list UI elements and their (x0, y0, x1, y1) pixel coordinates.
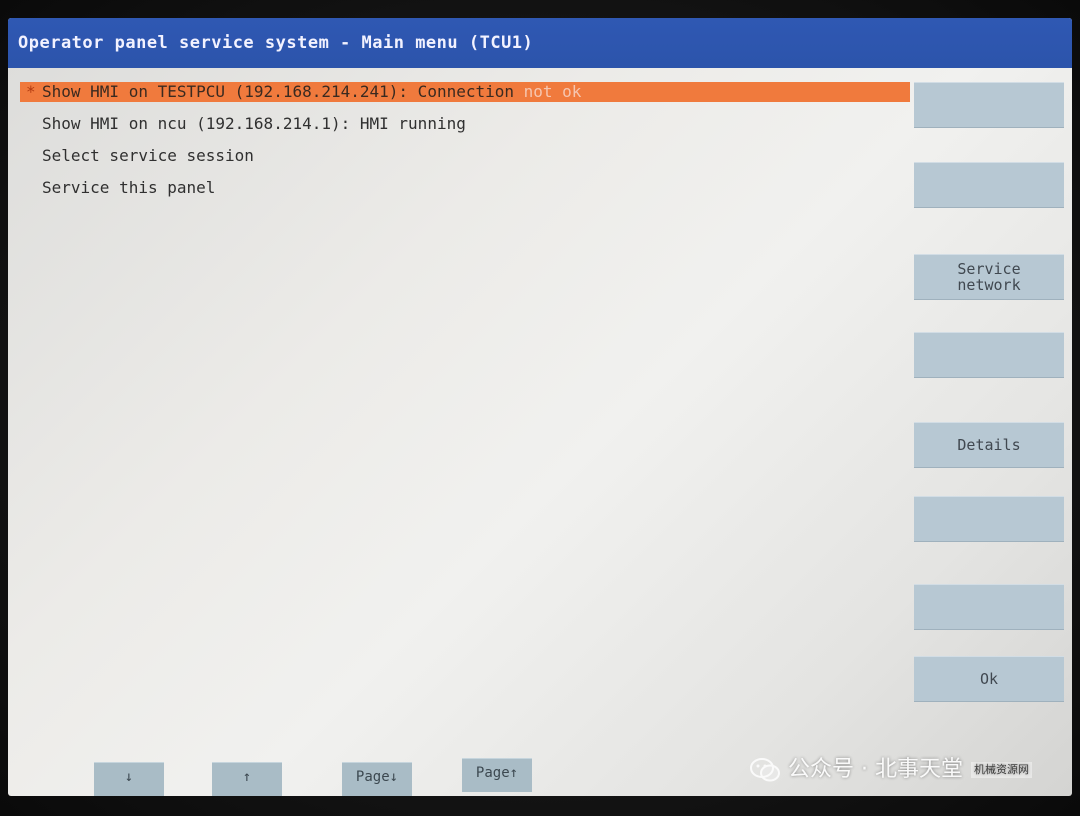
page-down-button[interactable]: Page↓ (342, 762, 412, 796)
menu-item-label: Show HMI on TESTPCU (192.168.214.241): C… (42, 82, 524, 101)
vertical-softkey-bar: Service network Details Ok (908, 82, 1066, 722)
scroll-up-button[interactable]: ↑ (212, 762, 282, 796)
menu-item-label: Select service session (42, 146, 254, 165)
window-title: Operator panel service system - Main men… (18, 33, 534, 53)
softkey-4[interactable] (914, 332, 1064, 378)
menu-item-service-this-panel[interactable]: Service this panel (20, 178, 910, 198)
softkey-2[interactable] (914, 162, 1064, 208)
selection-marker: * (26, 82, 36, 101)
softkey-1[interactable] (914, 82, 1064, 128)
menu-item-show-hmi-ncu[interactable]: Show HMI on ncu (192.168.214.1): HMI run… (20, 114, 910, 134)
screen: Operator panel service system - Main men… (8, 18, 1072, 796)
softkey-service-network[interactable]: Service network (914, 254, 1064, 300)
wechat-icon (750, 758, 780, 782)
watermark-logo: 机械资源网 (970, 762, 1032, 778)
softkey-details[interactable]: Details (914, 422, 1064, 468)
watermark-text: 公众号 · 北事天堂 (788, 757, 963, 782)
menu-item-label: Service this panel (42, 178, 216, 197)
title-bar: Operator panel service system - Main men… (8, 18, 1072, 68)
main-menu: * Show HMI on TESTPCU (192.168.214.241):… (20, 82, 910, 210)
softkey-7[interactable] (914, 584, 1064, 630)
page-up-button[interactable]: Page↑ (462, 758, 532, 792)
menu-item-label: Show HMI on ncu (192.168.214.1): HMI run… (42, 114, 466, 133)
watermark: 公众号 · 北事天堂 机械资源网 (750, 748, 1060, 792)
scroll-down-button[interactable]: ↓ (94, 762, 164, 796)
softkey-6[interactable] (914, 496, 1064, 542)
menu-item-select-service-session[interactable]: Select service session (20, 146, 910, 166)
connection-status: not ok (523, 82, 582, 101)
horizontal-softkey-bar: ↓ ↑ Page↓ Page↑ (88, 758, 788, 796)
softkey-ok[interactable]: Ok (914, 656, 1064, 702)
menu-item-show-hmi-testpcu[interactable]: * Show HMI on TESTPCU (192.168.214.241):… (20, 82, 910, 102)
